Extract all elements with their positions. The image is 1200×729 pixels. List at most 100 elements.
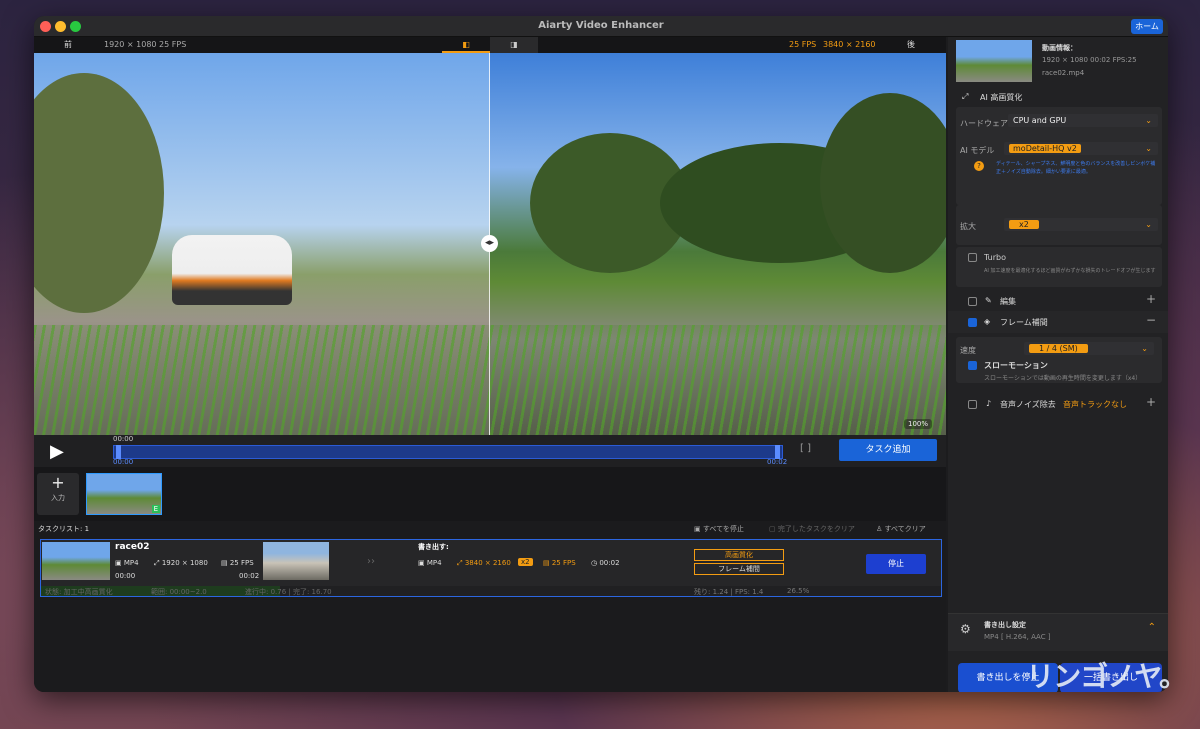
home-button[interactable]: ホーム — [1131, 19, 1163, 34]
task-status-bar: 状態: 加工中高画質化 範囲: 00:00~2.0 進行中: 0.76 | 完了… — [41, 586, 941, 596]
export-settings-value: MP4 [ H.264, AAC ] — [984, 633, 1051, 641]
hardware-value: CPU and GPU — [1013, 116, 1067, 125]
frame-interp-icon: ◈ — [984, 317, 991, 326]
stop-all-button[interactable]: ▣ すべてを停止 — [694, 524, 744, 534]
after-fps: 25 FPS — [789, 40, 817, 49]
input-label: 入力 — [51, 494, 65, 502]
task-row[interactable]: race02 ▣ MP4 ⤢ 1920 × 1080 ▤ 25 FPS 00:0… — [40, 539, 942, 597]
task-resolution: ⤢ 1920 × 1080 — [154, 559, 208, 567]
add-task-button[interactable]: タスク追加 — [839, 439, 937, 461]
fps-text: 25 FPS — [229, 559, 254, 567]
video-info-title: 動画情報： — [1042, 44, 1077, 52]
expand-edit-icon[interactable]: + — [1146, 292, 1156, 306]
model-description: ディテール、シャープネス、鮮明度と色のバランスを改善しピンボケ補正＋ノイズ自動除… — [996, 161, 1156, 175]
slowmo-checkbox[interactable] — [968, 361, 977, 370]
arrow-right-icon: ›› — [367, 556, 375, 567]
microphone-icon: ♪ — [986, 399, 992, 408]
playback-controls: ▶ 00:00 00:00 00:02 [ ] タスク追加 — [34, 435, 946, 467]
frame-interp-label: フレーム補間 — [1000, 318, 1048, 327]
play-icon[interactable]: ▶ — [50, 441, 64, 462]
turbo-group: Turbo AI 加工速度を最適化するほど画質がわずかな損失のトレードオフが生じ… — [956, 247, 1162, 287]
trim-end-handle[interactable] — [775, 445, 780, 459]
video-thumbnail[interactable]: E — [86, 473, 162, 515]
expand-audio-icon[interactable]: + — [1146, 395, 1156, 409]
out-fps: ▤ 25 FPS — [543, 559, 576, 567]
task-range: 範囲: 00:00~2.0 — [151, 588, 207, 596]
input-strip: + 入力 E — [34, 467, 946, 521]
audio-checkbox[interactable] — [968, 400, 977, 409]
export-label: 書き出す: — [418, 543, 449, 551]
clear-done-button[interactable]: ▢ 完了したタスクをクリア — [769, 524, 855, 534]
zoom-level[interactable]: 100% — [903, 419, 932, 429]
compare-bar: 前 1920 × 1080 25 FPS ◧ ◨ 25 FPS 3840 × 2… — [34, 37, 946, 53]
resolution-text: 1920 × 1080 — [161, 559, 208, 567]
model-select[interactable]: moDetail-HQ v2 ⌄ — [1004, 142, 1158, 155]
out-fps-text: 25 FPS — [551, 559, 576, 567]
out-duration-text: 00:02 — [599, 559, 620, 567]
plus-icon: + — [51, 473, 65, 492]
turbo-checkbox[interactable] — [968, 253, 977, 262]
edit-checkbox[interactable] — [968, 297, 977, 306]
task-fps: ▤ 25 FPS — [221, 559, 254, 567]
chevron-down-icon: ⌄ — [1145, 144, 1152, 153]
before-label: 前 — [64, 40, 72, 49]
task-format: ▣ MP4 — [115, 559, 139, 567]
export-settings-icon: ⚙ — [960, 622, 971, 636]
chevron-up-icon[interactable]: ⌃ — [1148, 622, 1156, 633]
trim-start-time: 00:00 — [113, 458, 134, 466]
side-by-side-icon[interactable]: ◨ — [490, 37, 538, 53]
stop-task-button[interactable]: 停止 — [866, 554, 926, 574]
frame-interp-checkbox[interactable] — [968, 318, 977, 327]
task-thumbnail — [42, 542, 110, 580]
task-status: 状態: 加工中高画質化 — [45, 588, 113, 596]
collapse-icon[interactable]: − — [1146, 313, 1156, 327]
add-input-button[interactable]: + 入力 — [37, 473, 79, 515]
hardware-select[interactable]: CPU and GPU ⌄ — [1008, 114, 1158, 127]
task-start-time: 00:00 — [115, 572, 136, 580]
video-preview[interactable]: ◂▸ 100% — [34, 53, 946, 435]
audio-status: 音声トラックなし — [1063, 400, 1127, 409]
ai-section-title: AI 高画質化 — [980, 93, 1023, 102]
task-preview-thumbnail — [263, 542, 329, 580]
file-name: race02.mp4 — [1042, 69, 1085, 77]
out-resolution: ⤢ 3840 × 2160 — [457, 559, 511, 567]
format-text: MP4 — [123, 559, 139, 567]
after-resolution: 3840 × 2160 — [823, 40, 876, 49]
hardware-label: ハードウェア — [960, 119, 1008, 128]
task-end-time: 00:02 — [239, 572, 260, 580]
task-percent: 26.5% — [787, 587, 810, 595]
speed-select[interactable]: 1 / 4 (SM) ⌄ — [1024, 342, 1154, 355]
frame-interp-header[interactable]: ◈ フレーム補間 − — [948, 311, 1168, 333]
upscale-label: 拡大 — [960, 222, 976, 231]
help-icon[interactable]: ? — [974, 161, 984, 171]
clear-all-button[interactable]: ♙ すべてクリア — [876, 524, 926, 534]
divider-handle-icon[interactable]: ◂▸ — [481, 235, 498, 252]
enhance-badge: E — [151, 505, 160, 513]
frame-interp-tag: フレーム補間 — [694, 563, 784, 575]
clear-all-label: すべてクリア — [884, 525, 926, 533]
title-bar: Aiarty Video Enhancer ホーム — [34, 16, 1168, 37]
split-view-icon[interactable]: ◧ — [442, 37, 490, 53]
stop-all-label: すべてを停止 — [702, 525, 744, 533]
video-info-meta: 1920 × 1080 00:02 FPS:25 — [1042, 56, 1137, 64]
trim-end-time: 00:02 — [767, 458, 788, 466]
app-window: Aiarty Video Enhancer ホーム 前 1920 × 1080 … — [34, 16, 1168, 692]
window-title: Aiarty Video Enhancer — [538, 20, 664, 31]
rally-car — [172, 235, 292, 305]
slowmo-label: スローモーション — [984, 361, 1048, 370]
before-info: 1920 × 1080 25 FPS — [104, 40, 187, 49]
speed-label: 速度 — [960, 346, 976, 355]
out-resolution-text: 3840 × 2160 — [464, 559, 511, 567]
task-progress-text: 進行中: 0.76 | 完了: 16.70 — [245, 588, 332, 596]
upscale-select[interactable]: x2 ⌄ — [1004, 218, 1158, 231]
timeline-track[interactable] — [113, 445, 783, 459]
turbo-description: AI 加工速度を最適化するほど画質がわずかな損失のトレードオフが生じます — [984, 268, 1156, 274]
enhance-tag: 高画質化 — [694, 549, 784, 561]
frame-interp-group: 速度 1 / 4 (SM) ⌄ スローモーション スローモーションでは動画の再生時… — [956, 337, 1162, 383]
trim-start-handle[interactable] — [116, 445, 121, 459]
mark-in-out-icon[interactable]: [ ] — [800, 443, 811, 454]
edit-icon: ✎ — [985, 296, 992, 305]
speed-value: 1 / 4 (SM) — [1029, 344, 1088, 353]
ai-settings-group: ハードウェア CPU and GPU ⌄ AI モデル moDetail-HQ v… — [956, 107, 1162, 205]
export-settings[interactable]: ⚙ 書き出し設定 MP4 [ H.264, AAC ] ⌃ — [948, 613, 1168, 651]
